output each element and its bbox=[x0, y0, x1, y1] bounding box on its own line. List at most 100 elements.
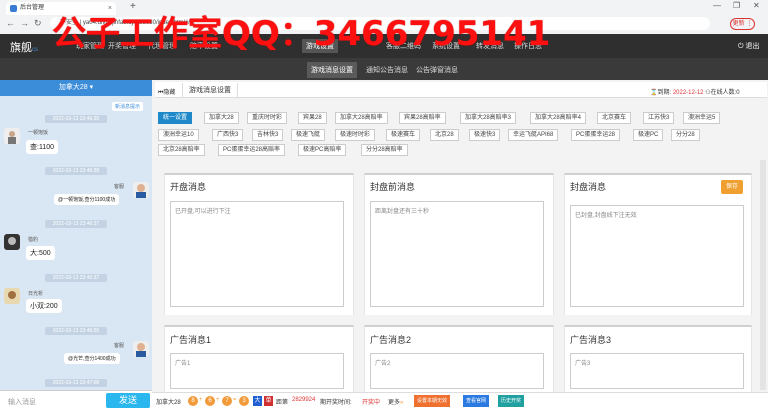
game-tag[interactable]: 加拿大28高赔率 bbox=[335, 112, 388, 124]
game-tag[interactable]: PC蛋蛋幸运28 bbox=[571, 129, 621, 141]
history-button[interactable]: 历史开奖 bbox=[498, 395, 525, 407]
avatar bbox=[4, 128, 20, 144]
game-tag[interactable]: 吉林快3 bbox=[252, 129, 284, 141]
reload-icon[interactable]: ↻ bbox=[34, 18, 42, 29]
page-tab[interactable]: 游戏消息设置 bbox=[182, 83, 238, 98]
exit-label: 退出 bbox=[745, 43, 760, 50]
forward-icon[interactable]: → bbox=[20, 18, 29, 28]
minimize-icon[interactable]: — bbox=[713, 1, 721, 10]
tab-title: 后台管理 bbox=[20, 5, 45, 11]
hide-label: 隐藏 bbox=[163, 90, 176, 96]
msg-time: 2022-03-13 23:47:08 bbox=[45, 379, 107, 387]
double-chevron-icon: » bbox=[400, 400, 404, 406]
msg-time: 2022-03-13 23:46:55 bbox=[45, 327, 107, 335]
expire-date: 2022-12-12 bbox=[672, 90, 704, 96]
game-tag[interactable]: 宾果28高赔率 bbox=[399, 112, 446, 124]
game-tag[interactable]: 加拿大28 bbox=[204, 112, 239, 124]
expire-label: 到期: bbox=[657, 90, 672, 96]
game-tag[interactable]: 江苏快3 bbox=[643, 112, 675, 124]
avatar bbox=[4, 234, 20, 250]
panel-title: 广告消息2 bbox=[370, 335, 412, 345]
msg-user: 一顿饱饭 bbox=[28, 130, 49, 136]
logo-text: 旗舰 bbox=[10, 42, 32, 54]
draw-state: 开奖中 bbox=[362, 400, 381, 406]
send-button[interactable]: 发送 bbox=[106, 393, 150, 408]
msg-bubble: 大:500 bbox=[26, 246, 55, 260]
open-msg-textarea[interactable]: 已开盘,可以进行下注 bbox=[170, 201, 344, 307]
game-tag[interactable]: 极速PC bbox=[633, 129, 664, 141]
close-msg-textarea[interactable]: 已封盘,封盘线下注无效 bbox=[570, 205, 744, 307]
maximize-icon[interactable]: ❐ bbox=[733, 1, 740, 10]
parity-badge: 单 bbox=[264, 396, 273, 406]
msg-time: 2022-03-13 23:46:37 bbox=[45, 274, 107, 282]
status-game: 加拿大28 bbox=[156, 400, 181, 406]
msg-bubble: 查:1100 bbox=[26, 140, 58, 154]
hide-toggle[interactable]: ⏮隐藏 bbox=[158, 87, 175, 97]
ad3-textarea[interactable]: 广告3 bbox=[570, 353, 744, 389]
game-tag[interactable]: 加拿大28高赔率3 bbox=[460, 112, 517, 124]
game-tag[interactable]: 北京赛车 bbox=[597, 112, 632, 124]
game-tag[interactable]: 极速快3 bbox=[469, 129, 501, 141]
game-tag[interactable]: 宾果28 bbox=[298, 112, 327, 124]
new-msg-tip: 新消息提示 bbox=[112, 102, 144, 111]
avatar bbox=[133, 341, 149, 357]
subnav-popup[interactable]: 公告弹窗消息 bbox=[416, 65, 458, 75]
void-period-button[interactable]: 设置本期无效 bbox=[414, 395, 451, 407]
avatar bbox=[133, 182, 149, 198]
logo-suffix: cs bbox=[32, 47, 38, 53]
online-count: 在线人数:0 bbox=[710, 90, 740, 96]
save-button[interactable]: 保存 bbox=[721, 180, 743, 194]
msg-time: 2022-03-13 23:46:35 bbox=[45, 115, 107, 123]
game-tag[interactable]: 北京28高赔率 bbox=[158, 144, 205, 156]
chat-game-select[interactable]: 加拿大28 ▾ bbox=[0, 80, 152, 96]
avatar bbox=[4, 288, 20, 304]
watermark: 公子工作室QQ：3466795141 bbox=[52, 14, 551, 54]
ad2-textarea[interactable]: 广告2 bbox=[370, 353, 544, 389]
official-site-button[interactable]: 查看官网 bbox=[463, 395, 490, 407]
result-ball: 6 bbox=[205, 396, 215, 406]
exit-button[interactable]: ⏻ 退出 bbox=[738, 41, 759, 51]
game-tag[interactable]: 极速时时彩 bbox=[335, 129, 376, 141]
game-tag[interactable]: 极速飞艇 bbox=[291, 129, 326, 141]
tag-unified[interactable]: 统一设置 bbox=[158, 112, 193, 124]
game-tag[interactable]: 分分28 bbox=[671, 129, 700, 141]
ad1-textarea[interactable]: 广告1 bbox=[170, 353, 344, 389]
result-ball: 3 bbox=[239, 396, 249, 406]
chat-input-placeholder: 输入消息 bbox=[8, 399, 36, 406]
subnav-game-msg[interactable]: 游戏消息设置 bbox=[307, 62, 357, 78]
back-icon[interactable]: ← bbox=[6, 18, 15, 28]
game-tag[interactable]: 澳洲幸运10 bbox=[158, 129, 199, 141]
subnav-notice[interactable]: 通知公告消息 bbox=[366, 65, 408, 75]
game-tag[interactable]: PC蛋蛋幸运28高赔率 bbox=[218, 144, 286, 156]
more-link[interactable]: 更多» bbox=[388, 397, 403, 406]
window-close-icon[interactable]: ✕ bbox=[753, 1, 760, 10]
msg-bubble: @光芒,查分1400成功 bbox=[64, 353, 120, 364]
panel-title: 封盘前消息 bbox=[370, 182, 416, 192]
game-tag[interactable]: 北京28 bbox=[430, 129, 459, 141]
pre-close-msg-textarea[interactable]: 距离封盘还有三十秒 bbox=[370, 201, 544, 307]
favicon-icon bbox=[10, 5, 17, 12]
panel-title: 封盘消息 bbox=[570, 182, 607, 192]
msg-user: 日光析 bbox=[28, 291, 44, 297]
msg-time: 2022-03-13 23:46:37 bbox=[45, 220, 107, 228]
panel-title: 广告消息1 bbox=[170, 335, 212, 345]
update-button[interactable]: 更新 ⋮ bbox=[730, 18, 755, 30]
msg-user: 猎豹 bbox=[28, 237, 39, 243]
scrollbar[interactable] bbox=[760, 160, 766, 390]
game-tag[interactable]: 极速赛车 bbox=[386, 129, 421, 141]
plus-sign: + bbox=[199, 397, 203, 403]
result-ball: 7 bbox=[222, 396, 232, 406]
game-tag[interactable]: 加拿大28高赔率4 bbox=[530, 112, 587, 124]
result-ball: 8 bbox=[188, 396, 198, 406]
game-tag[interactable]: 重庆时时彩 bbox=[247, 112, 288, 124]
period-number: 2829924 bbox=[292, 397, 316, 403]
game-tag[interactable]: 幸运飞艇API68 bbox=[508, 129, 559, 141]
game-tag[interactable]: 分分28高赔率 bbox=[361, 144, 408, 156]
game-tag[interactable]: 澳洲幸运5 bbox=[683, 112, 721, 124]
game-tag[interactable]: 广西快3 bbox=[212, 129, 244, 141]
period-prefix: 距第 bbox=[276, 400, 289, 406]
msg-time: 2022-03-13 23:46:38 bbox=[45, 167, 107, 175]
msg-bubble: 小双:200 bbox=[26, 299, 62, 313]
game-tag[interactable]: 极速PC高赔率 bbox=[298, 144, 347, 156]
msg-user: 客服 bbox=[114, 184, 125, 190]
